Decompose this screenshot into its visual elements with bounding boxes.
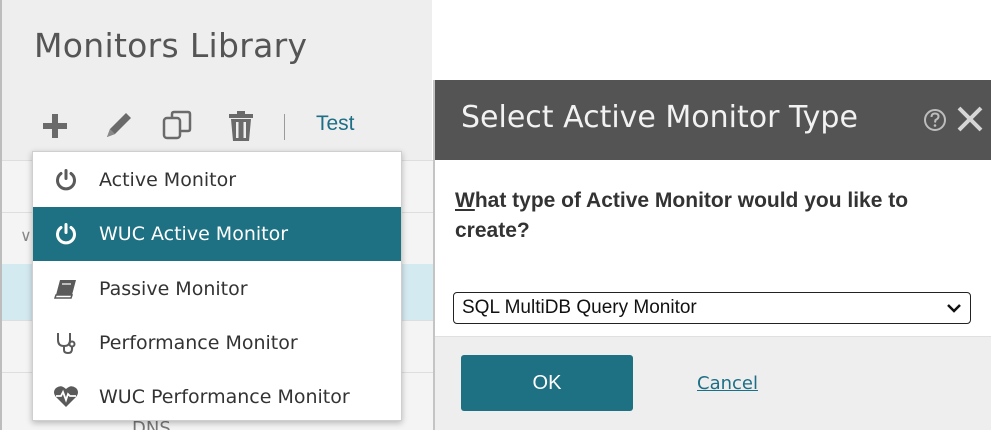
question-mnemonic: W bbox=[455, 189, 475, 212]
monitor-type-select[interactable]: SQL MultiDB Query Monitor bbox=[453, 292, 971, 324]
plus-icon bbox=[43, 114, 67, 138]
add-button[interactable] bbox=[40, 108, 70, 144]
dialog-title: Select Active Monitor Type bbox=[461, 100, 858, 135]
toolbar-divider bbox=[284, 114, 285, 140]
menu-item-performance-monitor[interactable]: Performance Monitor bbox=[33, 316, 401, 370]
help-circle-icon[interactable] bbox=[923, 108, 947, 132]
trash-icon bbox=[229, 111, 253, 141]
chevron-down-icon bbox=[947, 304, 961, 313]
select-monitor-type-dialog: Select Active Monitor Type What type of … bbox=[433, 80, 991, 430]
power-icon bbox=[33, 168, 99, 192]
power-icon bbox=[33, 222, 99, 246]
dialog-footer: OK Cancel bbox=[435, 336, 991, 430]
add-monitor-menu: Active Monitor WUC Active Monitor Passiv… bbox=[32, 151, 402, 421]
edit-button[interactable] bbox=[100, 108, 136, 144]
dialog-header: Select Active Monitor Type bbox=[435, 80, 991, 160]
menu-item-active-monitor[interactable]: Active Monitor bbox=[33, 153, 401, 207]
stethoscope-icon bbox=[33, 331, 99, 355]
heart-pulse-icon bbox=[33, 385, 99, 409]
menu-item-label: WUC Performance Monitor bbox=[99, 386, 350, 408]
dialog-question: What type of Active Monitor would you li… bbox=[455, 186, 975, 246]
pencil-icon bbox=[107, 113, 131, 137]
menu-item-label: Performance Monitor bbox=[99, 332, 298, 354]
question-text: hat type of Active Monitor would you lik… bbox=[455, 189, 909, 242]
menu-item-label: WUC Active Monitor bbox=[99, 223, 289, 245]
menu-item-label: Passive Monitor bbox=[99, 278, 248, 300]
menu-item-wuc-active-monitor[interactable]: WUC Active Monitor bbox=[33, 207, 401, 261]
test-button[interactable]: Test bbox=[316, 112, 355, 136]
chevron-down-icon[interactable]: ∨ bbox=[20, 226, 32, 245]
library-toolbar: Test bbox=[40, 108, 430, 144]
page-title: Monitors Library bbox=[34, 26, 308, 65]
menu-item-label: Active Monitor bbox=[99, 169, 237, 191]
copy-icon bbox=[162, 110, 192, 140]
cancel-link[interactable]: Cancel bbox=[697, 373, 758, 394]
menu-item-wuc-performance-monitor[interactable]: WUC Performance Monitor bbox=[33, 370, 401, 424]
menu-item-passive-monitor[interactable]: Passive Monitor bbox=[33, 262, 401, 316]
delete-button[interactable] bbox=[226, 108, 256, 144]
select-value: SQL MultiDB Query Monitor bbox=[462, 297, 697, 318]
ok-button[interactable]: OK bbox=[461, 355, 633, 411]
close-icon[interactable] bbox=[955, 104, 985, 134]
book-icon bbox=[33, 278, 99, 300]
copy-button[interactable] bbox=[160, 108, 196, 144]
